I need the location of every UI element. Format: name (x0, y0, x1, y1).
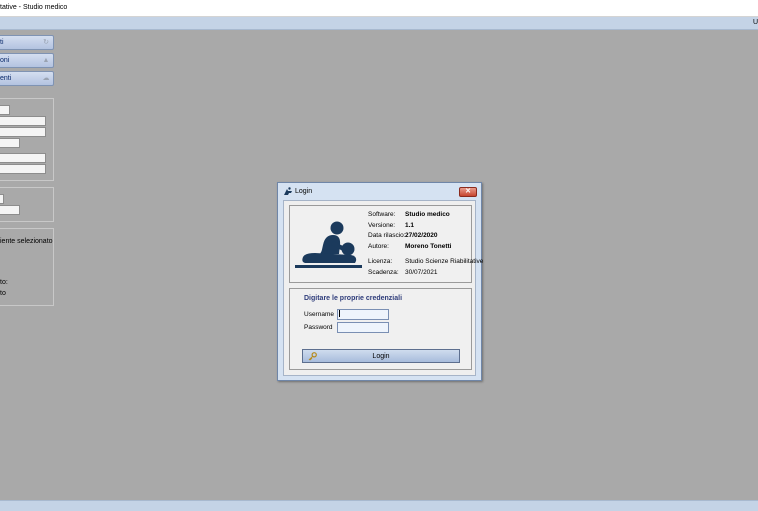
bell-icon: ▲ (42, 57, 50, 64)
title-bar: tative - Studio medico (0, 0, 758, 17)
patient-field-5[interactable] (0, 153, 46, 163)
credentials-heading: Digitare le proprie credenziali (304, 295, 403, 302)
patient-field-4[interactable] (0, 138, 20, 148)
login-button-label: Login (372, 353, 390, 360)
sidebar-nav-button-2[interactable]: oni ▲ (0, 53, 54, 68)
close-icon: ✕ (465, 188, 471, 195)
menu-bar: U (0, 17, 758, 30)
menu-right-text[interactable]: U (753, 19, 758, 26)
sidebar-nav-label: ti (0, 39, 4, 46)
info-value: 30/07/2021 (405, 269, 438, 276)
info-value: Moreno Tonetti (405, 243, 452, 250)
info-label: Scadenza: (368, 269, 399, 276)
info-label: Versione: (368, 222, 396, 229)
sidebar-nav-label: oni (0, 57, 10, 64)
info-value: 1.1 (405, 222, 415, 229)
login-dialog: Login ✕ Software: Studio medico Versione… (277, 182, 483, 381)
software-info-panel: Software: Studio medico Versione: 1.1 Da… (289, 205, 483, 283)
cloud-icon: ☁ (42, 75, 50, 82)
username-label: Username (304, 311, 334, 318)
selected-patient-text: iente selezionato (0, 238, 53, 245)
info-value: Studio Scienze Riabilitative (405, 258, 484, 265)
info-label: Data rilascio: (368, 232, 406, 239)
info-label: Software: (368, 211, 396, 218)
sidebar-text-2: to (0, 290, 6, 297)
patient-field-2[interactable] (0, 116, 46, 126)
sidebar-nav-button-1[interactable]: ti ↻ (0, 35, 54, 50)
username-input[interactable] (337, 309, 389, 320)
credentials-panel: Digitare le proprie credenziali Username… (289, 288, 472, 370)
info-value: Studio medico (405, 211, 450, 218)
sidebar-nav-button-3[interactable]: enti ☁ (0, 71, 54, 86)
password-input[interactable] (337, 322, 389, 333)
info-label: Autore: (368, 243, 389, 250)
sidebar-text-1: to: (0, 279, 8, 286)
text-caret (339, 310, 340, 317)
close-button[interactable]: ✕ (459, 187, 477, 197)
massage-therapy-icon (295, 221, 362, 268)
secondary-field-2[interactable] (0, 205, 20, 215)
password-label: Password (304, 324, 333, 331)
refresh-icon: ↻ (43, 39, 49, 46)
patient-field-6[interactable] (0, 164, 46, 174)
login-button[interactable]: Login (302, 349, 460, 363)
window-title: tative - Studio medico (0, 4, 68, 11)
info-label: Licenza: (368, 258, 393, 265)
patient-field-3[interactable] (0, 127, 46, 137)
login-body: Software: Studio medico Versione: 1.1 Da… (283, 200, 483, 376)
info-value: 27/02/2020 (405, 232, 438, 239)
app-logo-icon (284, 187, 292, 195)
sidebar-nav-label: enti (0, 75, 12, 82)
login-title-bar[interactable]: Login ✕ (278, 183, 481, 200)
patient-field-1[interactable] (0, 105, 10, 115)
secondary-field-1[interactable] (0, 194, 4, 204)
login-title: Login (295, 188, 313, 195)
status-bar (0, 500, 758, 511)
